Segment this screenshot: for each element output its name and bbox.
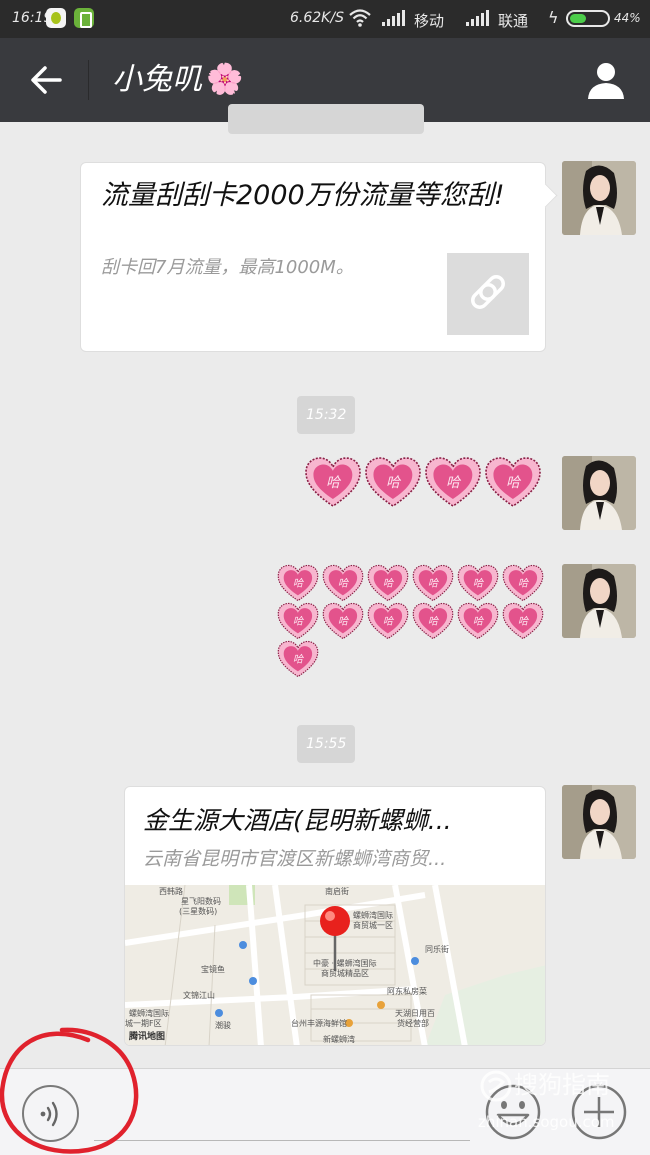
heart-sticker-icon: 哈	[485, 457, 541, 507]
user-avatar[interactable]	[562, 785, 636, 859]
svg-text:哈: 哈	[338, 578, 350, 590]
user-avatar[interactable]	[562, 564, 636, 638]
cherry-blossom-icon: 🌸	[206, 62, 244, 97]
heart-sticker-icon: 哈	[502, 564, 544, 602]
map-label: 螺蛳湾国际	[129, 1009, 169, 1018]
heart-sticker-icon: 哈	[367, 564, 409, 602]
svg-text:哈: 哈	[518, 616, 530, 628]
message-input[interactable]	[94, 1140, 470, 1141]
heart-sticker-icon: 哈	[425, 457, 481, 507]
link-card-description: 刮卡回7月流量，最高1000M。	[101, 257, 354, 278]
svg-text:哈: 哈	[473, 578, 485, 590]
heart-sticker-icon: 哈	[322, 564, 364, 602]
map-label: 南启街	[325, 887, 349, 896]
heart-sticker-icon: 哈	[412, 564, 454, 602]
svg-text:哈: 哈	[383, 616, 395, 628]
security-app-icon	[46, 8, 66, 28]
battery-icon	[566, 10, 610, 27]
user-avatar[interactable]	[562, 456, 636, 530]
svg-text:哈: 哈	[293, 654, 305, 666]
network-speed: 6.62K/S	[290, 10, 344, 26]
svg-text:哈: 哈	[446, 475, 462, 491]
timestamp-chip: 15:55	[297, 725, 356, 763]
sticker-message[interactable]: 哈哈哈哈	[304, 456, 550, 508]
map-label: 新螺蛳湾	[323, 1035, 355, 1044]
link-card-title: 流量刮刮卡2000万份流量等您刮!	[101, 180, 505, 211]
heart-sticker-icon: 哈	[365, 457, 421, 507]
map-label: (三星数码)	[179, 907, 218, 916]
link-thumbnail	[447, 253, 529, 335]
heart-sticker-icon: 哈	[305, 457, 361, 507]
location-message[interactable]: 金生源大酒店(昆明新螺蛳... 云南省昆明市官渡区新螺蛳湾商贸... 南启街 西…	[124, 786, 546, 1046]
heart-sticker-icon: 哈	[367, 602, 409, 640]
map-label: 螺蛳湾国际	[353, 911, 393, 920]
link-card-message[interactable]: 流量刮刮卡2000万份流量等您刮! 刮卡回7月流量，最高1000M。	[80, 162, 546, 352]
heart-sticker-icon: 哈	[277, 640, 319, 678]
contact-info-icon[interactable]	[584, 60, 628, 100]
map-label: 商贸城一区	[353, 921, 393, 930]
map-label: 宝镜鱼	[201, 965, 225, 974]
svg-text:哈: 哈	[293, 578, 305, 590]
heart-sticker-icon: 哈	[412, 602, 454, 640]
heart-sticker-icon: 哈	[457, 564, 499, 602]
svg-text:哈: 哈	[506, 475, 522, 491]
svg-text:哈: 哈	[326, 475, 342, 491]
heart-sticker-icon: 哈	[277, 602, 319, 640]
svg-text:哈: 哈	[428, 616, 440, 628]
sticker-message[interactable]: 哈哈哈哈哈哈哈哈哈哈哈哈哈	[276, 564, 554, 678]
location-address: 云南省昆明市官渡区新螺蛳湾商贸...	[143, 848, 447, 870]
user-avatar[interactable]	[562, 161, 636, 235]
voice-input-button[interactable]	[22, 1085, 79, 1142]
status-bar: 16:19 6.62K/S 移动 联通 ϟ 44%	[0, 0, 650, 38]
heart-sticker-icon: 哈	[457, 602, 499, 640]
charging-icon: ϟ	[548, 8, 559, 27]
back-arrow-icon[interactable]	[26, 60, 66, 100]
battery-percent: 44%	[614, 11, 641, 25]
heart-sticker-icon: 哈	[277, 564, 319, 602]
svg-text:哈: 哈	[428, 578, 440, 590]
location-map: 南启街 西韩路 星飞阳数码 (三星数码) 螺蛳湾国际 商贸城一区 宝镜鱼 中豪 …	[125, 885, 545, 1045]
watermark-brand: 搜狗指南	[514, 1071, 610, 1099]
map-label: 货经营部	[397, 1019, 429, 1028]
contact-name: 小兔叽 🌸	[112, 60, 243, 100]
svg-text:哈: 哈	[338, 616, 350, 628]
svg-text:哈: 哈	[518, 578, 530, 590]
map-label: 潮骏	[215, 1021, 231, 1030]
map-label: 文锦江山	[183, 991, 215, 1000]
map-label: 台州丰源海鲜馆	[291, 1019, 347, 1028]
carrier-2: 联通	[498, 12, 529, 30]
watermark-url: zhinan.sogou.com	[478, 1113, 615, 1131]
svg-text:哈: 哈	[386, 475, 402, 491]
svg-text:哈: 哈	[383, 578, 395, 590]
map-label: 商贸城精品区	[321, 969, 369, 978]
battery-app-icon	[74, 8, 94, 28]
header-divider	[88, 60, 89, 100]
voice-icon	[40, 1101, 58, 1127]
map-provider-logo: 腾讯地图	[129, 1032, 166, 1042]
map-label: 城一期F区	[125, 1019, 162, 1028]
map-label: 中豪 · 螺蛳湾国际	[313, 959, 377, 968]
signal-icon	[382, 10, 405, 26]
svg-text:哈: 哈	[293, 616, 305, 628]
contact-name-text: 小兔叽	[112, 62, 202, 97]
signal-icon	[466, 10, 489, 26]
timestamp-chip-partial	[228, 104, 424, 134]
map-label: 西韩路	[159, 887, 183, 896]
carrier-1: 移动	[414, 12, 445, 30]
map-label: 阿东私房菜	[387, 987, 427, 996]
map-label: 天湖日用百	[395, 1009, 435, 1018]
map-label: 星飞阳数码	[181, 897, 221, 906]
location-name: 金生源大酒店(昆明新螺蛳...	[143, 806, 452, 835]
wifi-icon	[349, 9, 371, 27]
heart-sticker-icon: 哈	[322, 602, 364, 640]
heart-sticker-icon: 哈	[502, 602, 544, 640]
link-icon	[471, 275, 505, 309]
svg-text:哈: 哈	[473, 616, 485, 628]
map-label: 同乐街	[425, 945, 449, 954]
timestamp-chip: 15:32	[297, 396, 356, 434]
